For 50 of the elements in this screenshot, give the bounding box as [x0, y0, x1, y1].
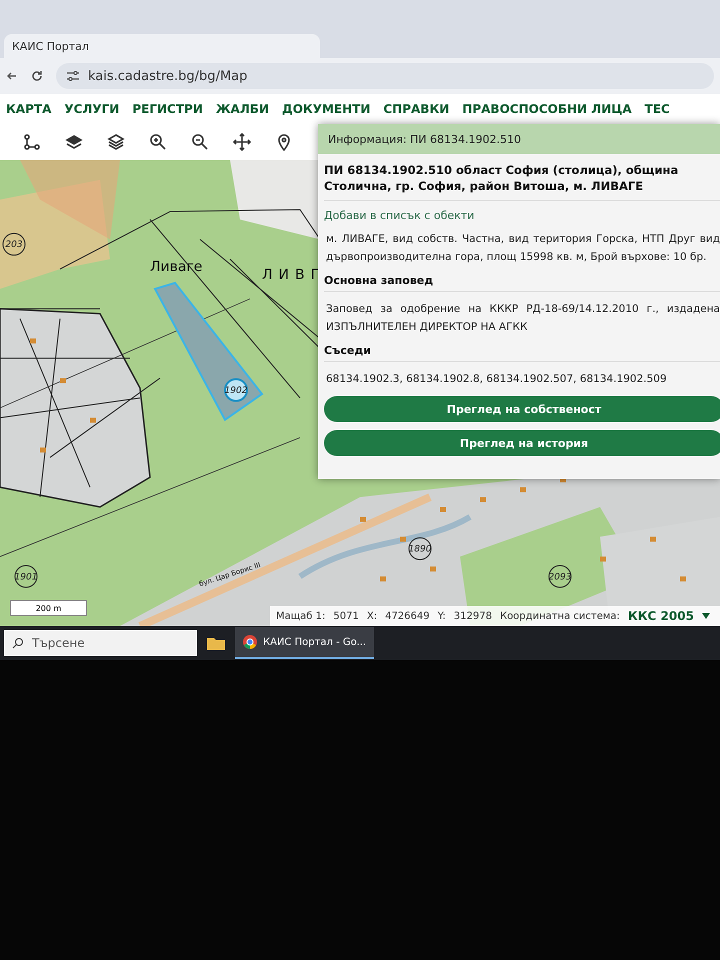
parcel-number-label: 203 — [2, 232, 26, 256]
url-text: kais.cadastre.bg/bg/Map — [88, 68, 248, 84]
search-placeholder: Търсене — [32, 636, 85, 650]
back-arrow-icon[interactable] — [6, 70, 18, 82]
parcel-number-label: 1901 — [14, 565, 38, 588]
scale-bar: 200 m — [10, 600, 87, 616]
scale-label: Мащаб 1: — [276, 610, 326, 622]
nav-menu-item[interactable]: УСЛУГИ — [64, 102, 120, 116]
nav-menu-item[interactable]: КАРТА — [6, 102, 52, 116]
layers-icon[interactable] — [106, 132, 126, 152]
nav-menu-item[interactable]: СПРАВКИ — [383, 102, 450, 116]
coordinate-system-label: Координатна система: — [500, 610, 620, 622]
nav-menu-item[interactable]: ДОКУМЕНТИ — [282, 102, 370, 116]
x-coordinate: 4726649 — [385, 610, 430, 622]
section-heading: Съседи — [324, 344, 720, 362]
place-name-label: ЛИВГ — [262, 267, 326, 283]
zoom-in-icon[interactable] — [148, 132, 168, 152]
browser-logo-icon — [243, 635, 257, 649]
coordinate-system-select[interactable]: ККС 2005 — [628, 609, 694, 623]
view-button[interactable]: Преглед на собственост — [324, 396, 720, 422]
layer-icon[interactable] — [64, 132, 84, 152]
nav-menu-item[interactable]: ПРАВОСПОСОБНИ ЛИЦА — [462, 102, 632, 116]
search-icon — [12, 637, 24, 649]
x-label: X: — [366, 610, 378, 622]
route-icon[interactable] — [22, 132, 42, 152]
parcel-title: ПИ 68134.1902.510 област София (столица), община Столична, гр. София, район Витоша, м. ЛИВАГЕ — [324, 162, 720, 201]
view-button[interactable]: Преглед на история — [324, 430, 720, 456]
section-text: 68134.1902.3, 68134.1902.8, 68134.1902.507, 68134.1902.509 — [325, 372, 668, 387]
browser-tab[interactable]: КАИС Портал — [4, 34, 320, 58]
site-settings-icon — [66, 70, 80, 82]
section-text: Заповед за одобрение на КККР РД-18-69/14.12.2010 г., издадена ИЗПЪЛНИТЕЛЕН ДИРЕКТОР НА АГКК — [325, 302, 720, 335]
zoom-out-icon[interactable] — [190, 132, 210, 152]
nav-menu-item[interactable]: РЕГИСТРИ — [132, 102, 203, 116]
y-coordinate: 312978 — [454, 610, 492, 622]
taskbar-app-button[interactable]: КАИС Портал - Go... — [235, 627, 374, 659]
add-to-list-link[interactable]: Добави в списък с обекти — [324, 209, 720, 222]
parcel-description: м. ЛИВАГЕ, вид собств. Частна, вид територия Горска, НТП Друг вид дървопроизводителна гора, площ 15998 кв. м, Брой върхове: 10 бр. — [325, 232, 720, 265]
parcel-number-label: 1890 — [408, 537, 432, 560]
nav-menu-item[interactable]: ЖАЛБИ — [216, 102, 269, 116]
reload-icon[interactable] — [30, 69, 44, 83]
dropdown-caret-icon[interactable] — [702, 613, 710, 619]
taskbar-search-field[interactable]: Търсене — [4, 630, 197, 656]
panel-header: Информация: ПИ 68134.1902.510 — [318, 124, 720, 154]
scale-value: 5071 — [333, 610, 359, 622]
address-bar[interactable]: kais.cadastre.bg/bg/Map — [56, 63, 714, 89]
y-label: Y: — [438, 610, 446, 622]
folder-icon[interactable] — [207, 636, 225, 650]
move-icon[interactable] — [232, 132, 252, 152]
section-heading: Основна заповед — [324, 274, 720, 292]
nav-menu-item[interactable]: ТЕС — [644, 102, 670, 116]
